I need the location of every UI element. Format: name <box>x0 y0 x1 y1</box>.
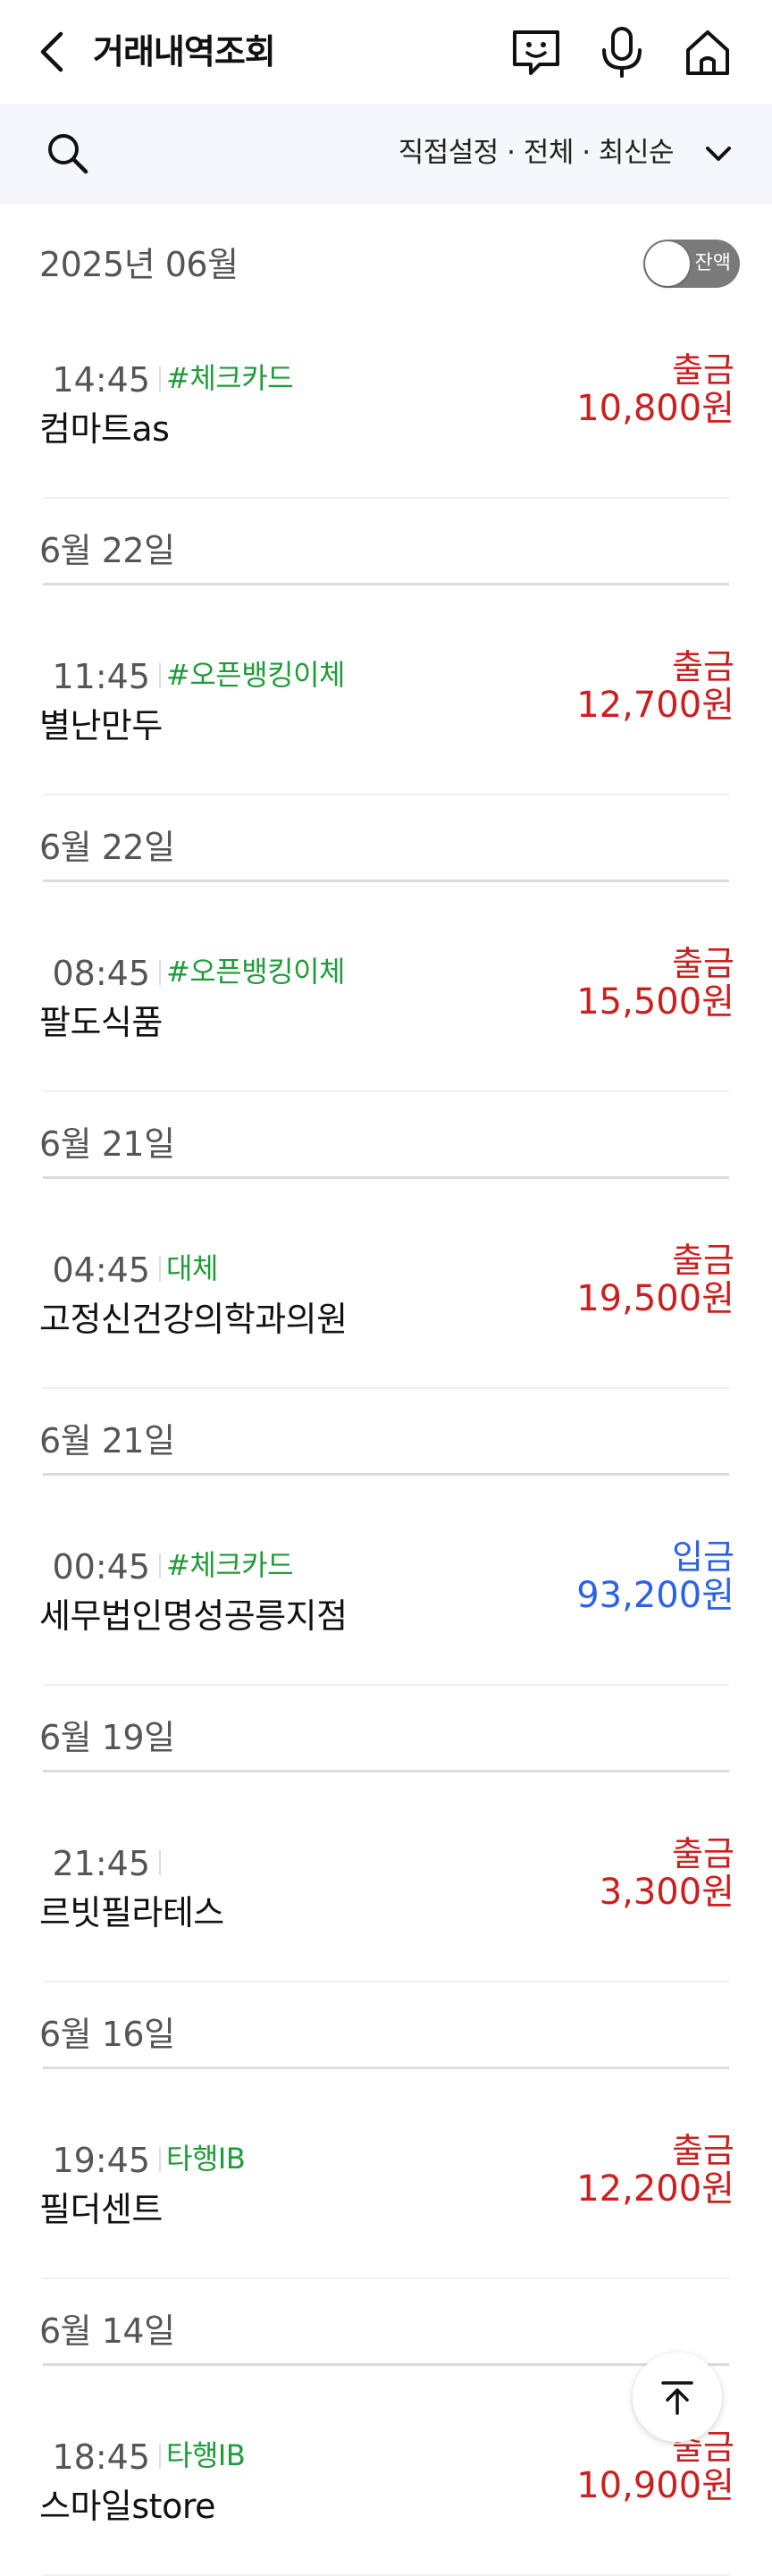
transaction-time: 14:45 <box>52 360 150 400</box>
transaction-amount: 19,500원 <box>576 1278 734 1319</box>
merchant-name: 세무법인명성공릉지점 <box>39 1596 348 1636</box>
home-button[interactable] <box>681 25 734 79</box>
row-divider <box>43 497 729 499</box>
transaction-type: 출금 <box>672 2131 734 2170</box>
merchant-name: 르빗필라테스 <box>39 1893 224 1932</box>
filter-bar: 직접설정 · 전체 · 최신순 <box>0 104 772 204</box>
page-title: 거래내역조회 <box>93 32 276 72</box>
transaction-tag: #오픈뱅킹이체 <box>166 955 345 989</box>
transaction-tag: 타행IB <box>166 2438 246 2472</box>
search-icon <box>48 134 88 174</box>
month-label: 2025년 06월 <box>39 245 239 284</box>
row-divider <box>43 1387 729 1389</box>
transaction-type: 출금 <box>672 350 734 390</box>
transaction-row[interactable]: 00:45 #체크카드세무법인명성공릉지점 입금 93,200원 <box>0 1537 772 1686</box>
date-header: 6월 16일 <box>39 2015 175 2054</box>
transaction-tag: #체크카드 <box>166 1548 294 1582</box>
transaction-amount: 12,200원 <box>576 2168 734 2210</box>
transaction-tag: #체크카드 <box>166 361 294 395</box>
row-divider <box>43 2277 729 2279</box>
time-separator <box>159 960 161 985</box>
merchant-name: 고정신건강의학과의원 <box>39 1300 348 1339</box>
row-divider <box>43 1981 729 1983</box>
row-divider <box>43 1090 729 1092</box>
transaction-time: 11:45 <box>52 657 150 696</box>
date-divider <box>43 2067 729 2069</box>
transaction-time: 00:45 <box>52 1547 150 1587</box>
date-header: 6월 19일 <box>39 1718 175 1757</box>
merchant-name: 필더센트 <box>39 2190 163 2229</box>
app-header: 거래내역조회 <box>0 0 772 104</box>
date-header: 6월 21일 <box>39 1124 175 1164</box>
balance-toggle[interactable]: 잔액 <box>643 240 740 288</box>
date-header: 6월 21일 <box>39 1421 175 1461</box>
time-separator <box>159 2444 161 2469</box>
transaction-time: 08:45 <box>52 954 150 993</box>
scroll-top-button[interactable] <box>633 2353 722 2442</box>
time-separator <box>159 1850 161 1875</box>
chat-button[interactable] <box>509 25 563 79</box>
date-divider <box>43 2363 729 2366</box>
transaction-row[interactable]: 21:45 르빗필라테스 출금 3,300원 <box>0 1834 772 1983</box>
merchant-name: 컴마트as <box>39 409 170 449</box>
filter-summary[interactable]: 직접설정 · 전체 · 최신순 <box>399 134 675 172</box>
transaction-tag: 대체 <box>166 1251 218 1285</box>
transaction-amount: 10,800원 <box>576 388 734 429</box>
transaction-amount: 93,200원 <box>576 1575 734 1616</box>
transaction-type: 입금 <box>672 1537 734 1577</box>
time-separator <box>159 366 161 391</box>
transaction-type: 출금 <box>672 1834 734 1873</box>
transaction-row[interactable]: 19:45 타행IB 필더센트 출금 12,200원 <box>0 2131 772 2279</box>
transaction-amount: 15,500원 <box>576 981 734 1023</box>
date-header: 6월 14일 <box>39 2311 175 2351</box>
date-divider <box>43 1176 729 1179</box>
date-divider <box>43 1473 729 1476</box>
chat-icon <box>513 30 559 75</box>
home-icon <box>686 30 729 75</box>
filter-toggle[interactable] <box>701 136 736 172</box>
time-separator <box>159 1257 161 1282</box>
chevron-down-icon <box>706 147 731 161</box>
voice-button[interactable] <box>595 25 649 79</box>
row-divider <box>43 794 729 796</box>
transaction-amount: 3,300원 <box>599 1872 734 1913</box>
transaction-row[interactable]: 14:45 #체크카드컴마트as 출금 10,800원 <box>0 350 772 499</box>
transaction-time: 19:45 <box>52 2141 150 2180</box>
transaction-tag: 타행IB <box>166 2142 246 2176</box>
time-separator <box>159 1553 161 1578</box>
back-button[interactable] <box>32 27 77 77</box>
transaction-time: 04:45 <box>52 1250 150 1290</box>
date-header: 6월 22일 <box>39 828 175 867</box>
transaction-time: 18:45 <box>52 2437 150 2477</box>
date-divider <box>43 880 729 882</box>
transaction-row[interactable]: 11:45 #오픈뱅킹이체 별난만두 출금 12,700원 <box>0 647 772 796</box>
transaction-row[interactable]: 04:45 대체고정신건강의학과의원 출금 19,500원 <box>0 1241 772 1389</box>
row-divider <box>43 1684 729 1686</box>
back-icon <box>40 31 63 72</box>
mic-icon <box>602 27 642 78</box>
transaction-type: 출금 <box>672 1241 734 1280</box>
search-button[interactable] <box>45 130 91 177</box>
arrow-up-icon <box>661 2381 693 2415</box>
transaction-time: 21:45 <box>52 1844 150 1883</box>
date-divider <box>43 583 729 585</box>
time-separator <box>159 2147 161 2172</box>
merchant-name: 별난만두 <box>39 706 163 745</box>
transaction-amount: 10,900원 <box>576 2465 734 2506</box>
transaction-type: 출금 <box>672 647 734 686</box>
date-divider <box>43 1770 729 1772</box>
merchant-name: 팔도식품 <box>39 1003 163 1042</box>
balance-toggle-label: 잔액 <box>694 252 731 274</box>
toggle-knob <box>645 241 690 286</box>
transaction-row[interactable]: 08:45 #오픈뱅킹이체 팔도식품 출금 15,500원 <box>0 944 772 1092</box>
transaction-tag: #오픈뱅킹이체 <box>166 658 345 692</box>
transaction-row[interactable]: 18:45 타행IB 스마일store 출금 10,900원 <box>0 2428 772 2576</box>
month-row: 2025년 06월 잔액 <box>0 204 772 325</box>
time-separator <box>159 663 161 688</box>
transaction-amount: 12,700원 <box>576 685 734 726</box>
date-header: 6월 22일 <box>39 531 175 570</box>
transaction-type: 출금 <box>672 944 734 983</box>
